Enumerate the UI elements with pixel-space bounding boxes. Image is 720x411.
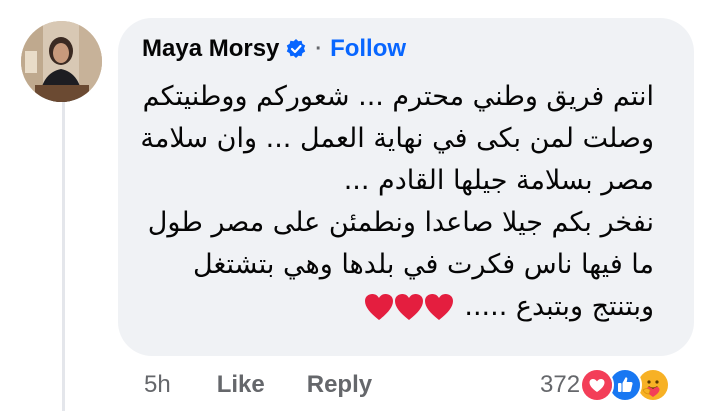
comment-bubble: Maya Morsy · Follow انتم فريق وطني محترم… [118,18,694,356]
reply-button[interactable]: Reply [307,371,372,399]
comment-line: نفخر بكم جيلا صاعدا ونطمئن على مصر طول [147,207,654,238]
thread-line [62,100,65,411]
heart-emoji-icon [364,292,394,320]
heart-emoji-icon [424,292,454,320]
comment-actions: 5h Like Reply [144,366,372,404]
comment-text: انتم فريق وطني محترم ... شعوركم ووطنيتكم… [138,76,654,328]
like-button[interactable]: Like [217,371,265,399]
timestamp[interactable]: 5h [144,371,171,399]
verified-badge-icon [285,38,307,60]
follow-button[interactable]: Follow [330,35,406,63]
heart-emoji-icon [394,292,424,320]
reaction-count: 372 [540,371,581,398]
avatar-photo [21,21,102,102]
reactions-summary[interactable]: 372 [540,366,671,404]
author-name[interactable]: Maya Morsy [142,35,279,63]
comment-last-line: وبتنتج وبتبدع ..... [138,286,654,328]
hearts-emoji-group [364,286,454,328]
comment-line: وصلت لمن بكى في نهاية العمل ... وان سلام… [140,123,654,154]
comment-line: وبتنتج وبتبدع ..... [464,291,654,322]
avatar[interactable] [21,21,102,102]
comment-line: ما فيها ناس فكرت في بلدها وهي بتشتغل [193,249,654,280]
comment-line: انتم فريق وطني محترم ... شعوركم ووطنيتكم [142,81,654,112]
header-separator: · [315,37,323,60]
comment-line: مصر بسلامة جيلها القادم ... [343,165,654,196]
comment-header: Maya Morsy · Follow [142,32,406,66]
love-reaction-icon [580,368,615,402]
